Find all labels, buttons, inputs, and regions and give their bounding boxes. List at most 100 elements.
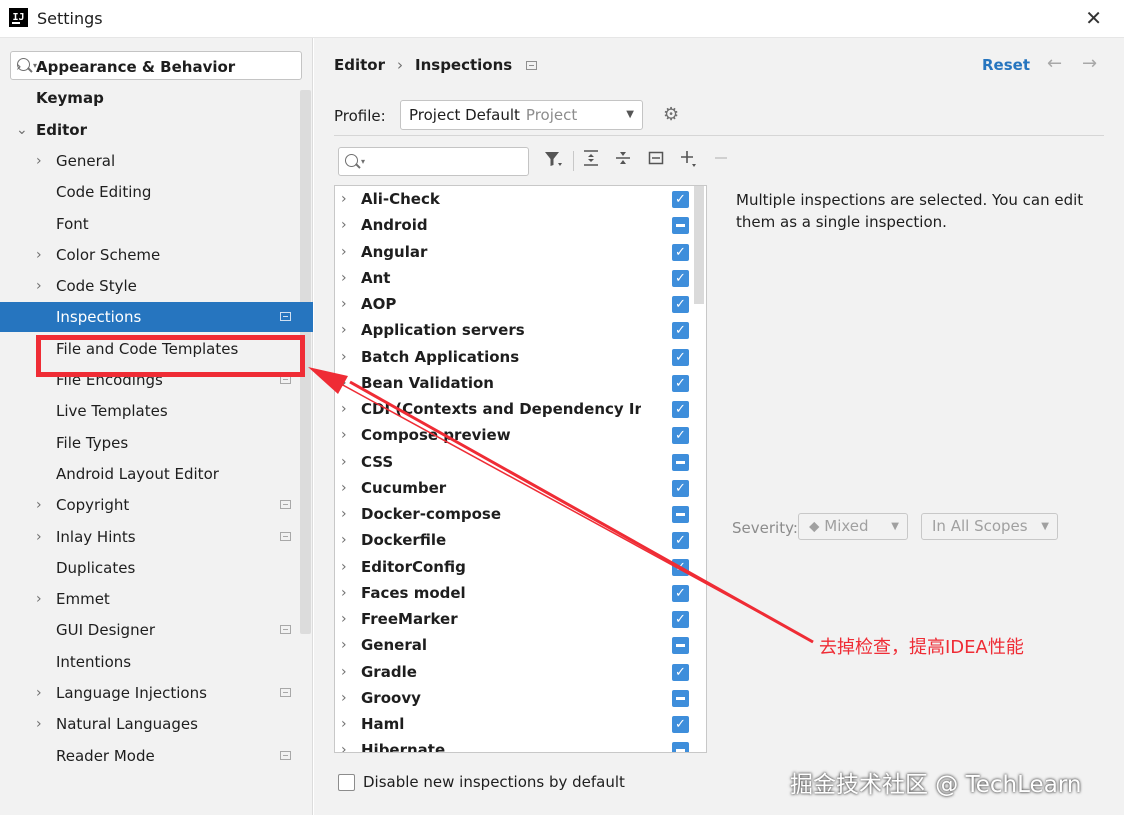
- chevron-right-icon[interactable]: ›: [341, 527, 347, 553]
- expand-all-icon[interactable]: [580, 149, 602, 171]
- chevron-right-icon[interactable]: ›: [341, 186, 347, 212]
- forward-arrow-icon[interactable]: →: [1082, 53, 1097, 74]
- chevron-right-icon[interactable]: ›: [341, 422, 347, 448]
- disable-new-inspections-label[interactable]: Disable new inspections by default: [363, 773, 625, 791]
- chevron-down-icon[interactable]: ⌄: [16, 115, 28, 145]
- sidebar-item-inlay-hints[interactable]: › Inlay Hints: [0, 522, 313, 552]
- chevron-right-icon[interactable]: ›: [341, 659, 347, 685]
- inspection-row[interactable]: › Angular ✓: [335, 239, 706, 265]
- chevron-right-icon[interactable]: ›: [341, 449, 347, 475]
- checked-checkbox[interactable]: ✓: [672, 191, 689, 208]
- breadcrumb-editor[interactable]: Editor: [334, 56, 385, 74]
- inspection-row[interactable]: › Hibernate: [335, 737, 706, 752]
- chevron-right-icon[interactable]: ›: [341, 711, 347, 737]
- sidebar-item-file-encodings[interactable]: File Encodings: [0, 365, 313, 395]
- checked-checkbox[interactable]: ✓: [672, 558, 689, 576]
- inspection-row[interactable]: › Ali-Check ✓: [335, 186, 706, 212]
- inspection-row[interactable]: › CDI (Contexts and Dependency Injection)…: [335, 396, 706, 422]
- sidebar-item-font[interactable]: Font: [0, 209, 313, 239]
- chevron-right-icon[interactable]: ›: [341, 239, 347, 265]
- inspection-row[interactable]: › Gradle ✓: [335, 659, 706, 685]
- chevron-right-icon[interactable]: ›: [36, 490, 42, 520]
- chevron-right-icon[interactable]: ›: [341, 344, 347, 370]
- chevron-right-icon[interactable]: ›: [341, 737, 347, 752]
- chevron-right-icon[interactable]: ›: [341, 554, 347, 580]
- chevron-right-icon[interactable]: ›: [341, 501, 347, 527]
- inspection-row[interactable]: › Application servers ✓: [335, 317, 706, 343]
- inspection-search-input[interactable]: ▾: [338, 147, 529, 176]
- chevron-right-icon[interactable]: ›: [16, 52, 22, 82]
- chevron-right-icon[interactable]: ›: [36, 678, 42, 708]
- sidebar-item-color-scheme[interactable]: › Color Scheme: [0, 240, 313, 270]
- back-arrow-icon[interactable]: ←: [1047, 53, 1062, 74]
- inspection-row[interactable]: › Faces model ✓: [335, 580, 706, 606]
- chevron-right-icon[interactable]: ›: [341, 396, 347, 422]
- chevron-right-icon[interactable]: ›: [36, 271, 42, 301]
- profile-select[interactable]: Project Default Project ▼: [400, 100, 643, 130]
- sidebar-item-gui-designer[interactable]: GUI Designer: [0, 615, 313, 645]
- chevron-right-icon[interactable]: ›: [341, 291, 347, 317]
- inspection-row[interactable]: › FreeMarker ✓: [335, 606, 706, 632]
- chevron-right-icon[interactable]: ›: [341, 580, 347, 606]
- disable-new-inspections-checkbox[interactable]: [338, 774, 355, 791]
- checked-checkbox[interactable]: ✓: [672, 348, 689, 366]
- sidebar-item-editor[interactable]: ⌄ Editor: [0, 115, 313, 145]
- checked-checkbox[interactable]: ✓: [672, 374, 689, 392]
- chevron-right-icon[interactable]: ›: [36, 522, 42, 552]
- sidebar-item-general[interactable]: › General: [0, 146, 313, 176]
- add-icon[interactable]: [679, 149, 701, 173]
- scope-select[interactable]: In All Scopes ▼: [921, 513, 1058, 540]
- chevron-right-icon[interactable]: ›: [36, 709, 42, 739]
- remove-icon[interactable]: [710, 149, 732, 171]
- mixed-checkbox[interactable]: [672, 742, 689, 752]
- checked-checkbox[interactable]: ✓: [672, 296, 689, 313]
- checked-checkbox[interactable]: ✓: [672, 322, 689, 340]
- sidebar-item-inspections[interactable]: Inspections: [0, 302, 313, 333]
- checked-checkbox[interactable]: ✓: [672, 663, 689, 681]
- checked-checkbox[interactable]: ✓: [672, 532, 689, 550]
- sidebar-item-appearance-behavior[interactable]: › Appearance & Behavior: [0, 52, 313, 82]
- filter-icon[interactable]: [542, 149, 564, 173]
- sidebar-item-copyright[interactable]: › Copyright: [0, 490, 313, 520]
- chevron-right-icon[interactable]: ›: [36, 146, 42, 176]
- sidebar-item-language-injections[interactable]: › Language Injections: [0, 678, 313, 708]
- chevron-right-icon[interactable]: ›: [341, 370, 347, 396]
- chevron-right-icon[interactable]: ›: [341, 212, 347, 238]
- chevron-right-icon[interactable]: ›: [341, 685, 347, 711]
- sidebar-item-file-types[interactable]: File Types: [0, 428, 313, 458]
- chevron-right-icon[interactable]: ›: [341, 265, 347, 291]
- mixed-checkbox[interactable]: [672, 453, 689, 471]
- checked-checkbox[interactable]: ✓: [672, 401, 689, 418]
- checked-checkbox[interactable]: ✓: [672, 269, 689, 287]
- inspection-row[interactable]: › Groovy: [335, 685, 706, 711]
- inspection-row[interactable]: › Haml ✓: [335, 711, 706, 737]
- inspection-list-scrollbar[interactable]: [694, 186, 704, 304]
- sidebar-item-keymap[interactable]: Keymap: [0, 83, 313, 113]
- inspection-row[interactable]: › Ant ✓: [335, 265, 706, 291]
- close-icon[interactable]: ✕: [1085, 6, 1102, 30]
- inspection-row[interactable]: › Compose preview ✓: [335, 422, 706, 448]
- severity-select[interactable]: ⬥ Mixed ▼: [798, 513, 908, 540]
- inspection-row[interactable]: › Batch Applications ✓: [335, 344, 706, 370]
- checked-checkbox[interactable]: ✓: [672, 716, 689, 733]
- inspection-row[interactable]: › CSS: [335, 449, 706, 475]
- inspection-row[interactable]: › EditorConfig ✓: [335, 554, 706, 580]
- inspection-row[interactable]: › Cucumber ✓: [335, 475, 706, 501]
- checked-checkbox[interactable]: ✓: [672, 479, 689, 497]
- inspection-row[interactable]: › Docker-compose: [335, 501, 706, 527]
- checked-checkbox[interactable]: ✓: [672, 611, 689, 628]
- chevron-right-icon[interactable]: ›: [341, 606, 347, 632]
- mixed-checkbox[interactable]: [672, 637, 689, 655]
- sidebar-item-file-and-code-templates[interactable]: File and Code Templates: [0, 334, 313, 364]
- sidebar-item-duplicates[interactable]: Duplicates: [0, 553, 313, 583]
- chevron-right-icon[interactable]: ›: [36, 584, 42, 614]
- collapse-all-icon[interactable]: [612, 149, 634, 171]
- sidebar-item-emmet[interactable]: › Emmet: [0, 584, 313, 614]
- mixed-checkbox[interactable]: [672, 689, 689, 707]
- sidebar-item-natural-languages[interactable]: › Natural Languages: [0, 709, 313, 739]
- chevron-right-icon[interactable]: ›: [341, 475, 347, 501]
- sidebar-item-android-layout-editor[interactable]: Android Layout Editor: [0, 459, 313, 489]
- inspection-row[interactable]: › Dockerfile ✓: [335, 527, 706, 553]
- sidebar-item-code-style[interactable]: › Code Style: [0, 271, 313, 301]
- reset-button[interactable]: Reset: [982, 56, 1030, 74]
